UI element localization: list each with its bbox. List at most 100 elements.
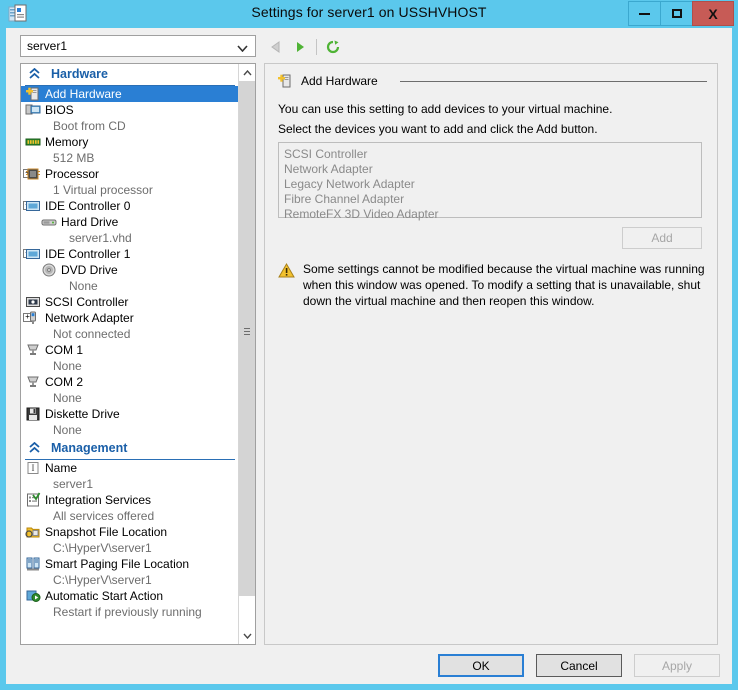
sidebar-item-sublabel: None: [53, 391, 82, 405]
bios-icon: [25, 102, 41, 118]
sidebar-item-diskette-drive[interactable]: Diskette Drive: [21, 406, 239, 422]
name-icon: I: [25, 460, 41, 476]
sidebar-group-label: Management: [51, 441, 128, 455]
device-list-item[interactable]: Network Adapter: [284, 162, 701, 177]
sidebar-item-integration-services[interactable]: Integration Services: [21, 492, 239, 508]
device-list-item[interactable]: Fibre Channel Adapter: [284, 192, 701, 207]
add-hardware-icon: [277, 73, 293, 89]
scrollbar-thumb[interactable]: [239, 81, 255, 596]
title-bar: Settings for server1 on USSHVHOST X: [0, 0, 738, 28]
sidebar-item-processor[interactable]: +Processor: [21, 166, 239, 182]
sidebar-item-ide-controller-1[interactable]: −IDE Controller 1: [21, 246, 239, 262]
ok-button[interactable]: OK: [438, 654, 524, 677]
cancel-button[interactable]: Cancel: [536, 654, 622, 677]
sidebar-item-sublabel-row: None: [21, 422, 239, 438]
sidebar-group-label: Hardware: [51, 67, 108, 81]
sidebar-item-label: Network Adapter: [45, 311, 134, 325]
device-list-item[interactable]: RemoteFX 3D Video Adapter: [284, 207, 701, 222]
sidebar-item-label: Snapshot File Location: [45, 525, 168, 539]
sidebar-item-sublabel: Restart if previously running: [53, 605, 202, 619]
sidebar-item-label: IDE Controller 1: [45, 247, 131, 261]
sidebar-item-hard-drive[interactable]: Hard Drive: [21, 214, 239, 230]
sidebar-item-label: DVD Drive: [61, 263, 118, 277]
sidebar-item-add-hardware[interactable]: Add Hardware: [21, 86, 239, 102]
device-list-item[interactable]: Legacy Network Adapter: [284, 177, 701, 192]
sidebar-item-sublabel: 1 Virtual processor: [53, 183, 153, 197]
close-icon: X: [708, 5, 718, 22]
sidebar-item-sublabel-row: None: [21, 278, 239, 294]
scsi-controller-icon: [25, 294, 41, 310]
sidebar-item-com-1[interactable]: COM 1: [21, 342, 239, 358]
settings-tree[interactable]: Hardware Add Hardware BIOS Boot from CD Memo…: [20, 63, 256, 645]
chevron-down-icon: [237, 41, 248, 55]
ide-controller-icon: [25, 198, 41, 214]
chevron-up-icon: [242, 69, 252, 75]
scroll-up-button[interactable]: [239, 64, 255, 81]
maximize-icon: [671, 9, 682, 18]
device-list-item[interactable]: SCSI Controller: [284, 147, 701, 162]
sidebar-item-com-2[interactable]: COM 2: [21, 374, 239, 390]
sidebar-item-ide-controller-0[interactable]: −IDE Controller 0: [21, 198, 239, 214]
tree-scrollbar[interactable]: [238, 64, 255, 644]
sidebar-item-sublabel-row: Restart if previously running: [21, 604, 239, 620]
sidebar-item-name[interactable]: I Name: [21, 460, 239, 476]
sidebar-item-label: Processor: [45, 167, 100, 181]
vm-select[interactable]: server1: [20, 35, 256, 57]
scroll-down-button[interactable]: [239, 627, 255, 644]
integration-services-icon: [25, 492, 41, 508]
warning-text: Some settings cannot be modified because…: [303, 262, 705, 308]
scrollbar-track[interactable]: [239, 81, 255, 627]
smart-paging-icon: [25, 556, 41, 572]
minimize-button[interactable]: [628, 1, 661, 26]
ide-controller-icon: [25, 246, 41, 262]
sidebar-item-dvd-drive[interactable]: DVD Drive: [21, 262, 239, 278]
back-button[interactable]: [264, 36, 288, 58]
sidebar-item-label: Add Hardware: [45, 87, 122, 101]
sidebar-item-label: Diskette Drive: [45, 407, 120, 421]
sidebar-item-sublabel: C:\HyperV\server1: [53, 541, 152, 555]
sidebar-item-sublabel: C:\HyperV\server1: [53, 573, 152, 587]
sidebar-item-sublabel-row: server1: [21, 476, 239, 492]
automatic-start-icon: [25, 588, 41, 604]
sidebar-item-sublabel: server1: [53, 477, 94, 491]
chevron-down-icon: [242, 633, 252, 639]
refresh-button[interactable]: [321, 36, 345, 58]
sidebar-item-sublabel: None: [53, 359, 82, 373]
close-button[interactable]: X: [692, 1, 734, 26]
forward-button[interactable]: [288, 36, 312, 58]
sidebar-item-automatic-start-action[interactable]: Automatic Start Action: [21, 588, 239, 604]
sidebar-item-sublabel: All services offered: [53, 509, 155, 523]
sidebar-item-sublabel: server1.vhd: [69, 231, 132, 245]
apply-button[interactable]: Apply: [634, 654, 720, 677]
sidebar-item-network-adapter[interactable]: + Network Adapter: [21, 310, 239, 326]
content-pane: Add Hardware You can use this setting to…: [264, 63, 718, 645]
sidebar-item-bios[interactable]: BIOS: [21, 102, 239, 118]
sidebar-item-sublabel: 512 MB: [53, 151, 95, 165]
pane-group-title: Add Hardware: [301, 74, 384, 88]
sidebar-item-sublabel-row: 512 MB: [21, 150, 239, 166]
com-port-icon: [25, 342, 41, 358]
add-button[interactable]: Add: [622, 227, 702, 249]
sidebar-group-hardware[interactable]: Hardware: [25, 66, 235, 86]
sidebar-item-label: Automatic Start Action: [45, 589, 164, 603]
pane-description-line1: You can use this setting to add devices …: [278, 102, 613, 116]
warning-triangle-icon: [278, 262, 295, 278]
double-chevron-up-icon: [29, 441, 40, 457]
sidebar-item-memory[interactable]: Memory: [21, 134, 239, 150]
vm-select-value: server1: [27, 39, 68, 53]
sidebar-item-scsi-controller[interactable]: SCSI Controller: [21, 294, 239, 310]
sidebar-item-label: Hard Drive: [61, 215, 119, 229]
sidebar-item-label: SCSI Controller: [45, 295, 129, 309]
sidebar-item-snapshot-file-location[interactable]: Snapshot File Location: [21, 524, 239, 540]
maximize-button[interactable]: [660, 1, 693, 26]
double-chevron-up-icon: [29, 67, 40, 83]
pane-description-line2: Select the devices you want to add and c…: [278, 122, 598, 136]
svg-text:I: I: [32, 463, 35, 473]
sidebar-item-label: Name: [45, 461, 78, 475]
snapshot-folder-icon: [25, 524, 41, 540]
device-list[interactable]: SCSI Controller Network Adapter Legacy Net…: [278, 142, 702, 221]
sidebar-item-label: BIOS: [45, 103, 74, 117]
sidebar-item-smart-paging-file-location[interactable]: Smart Paging File Location: [21, 556, 239, 572]
sidebar-group-management[interactable]: Management: [25, 440, 235, 460]
sidebar-item-sublabel: Not connected: [53, 327, 131, 341]
